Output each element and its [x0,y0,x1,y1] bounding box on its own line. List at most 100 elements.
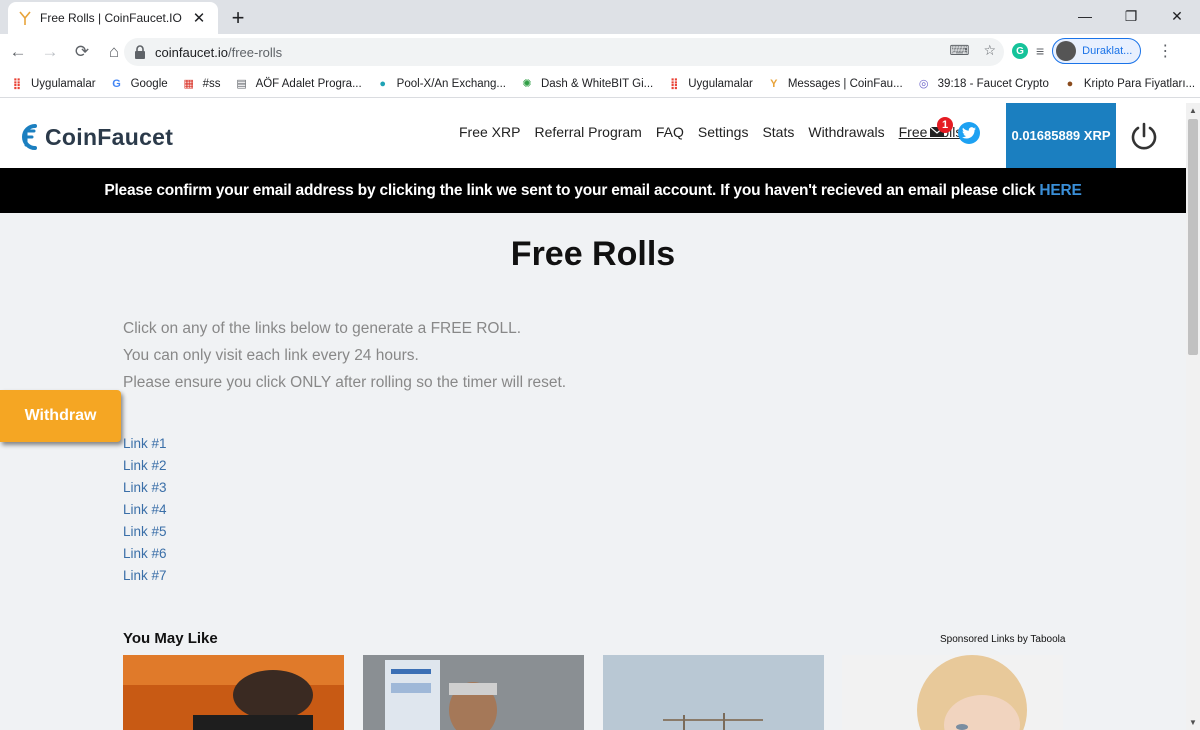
nav-settings[interactable]: Settings [698,124,749,140]
free-roll-link-1[interactable]: Link #1 [123,433,167,455]
bookmark-label: Uygulamalar [688,77,753,90]
window-controls: — ❐ ✕ [1062,0,1200,32]
scroll-down-icon[interactable]: ▼ [1189,718,1197,727]
address-bar[interactable]: coinfaucet.io /free-rolls ⌨ ☆ [124,38,1004,66]
recommendation-thumbnail-2[interactable] [363,655,584,730]
browser-menu-icon[interactable]: ⋮ [1157,41,1173,61]
extensions-area: G ≡ Duraklat... ⋮ [1012,38,1173,64]
forward-icon[interactable]: → [36,38,64,66]
main-nav: Free XRP Referral Program FAQ Settings S… [459,124,962,140]
faucet-icon [18,11,32,25]
grammarly-icon[interactable]: G [1012,43,1028,59]
withdraw-button[interactable]: Withdraw [0,390,121,442]
tab-close-icon[interactable]: ✕ [190,9,208,27]
recommendation-thumbnail-3[interactable] [603,655,824,730]
logout-power-icon[interactable] [1128,120,1160,152]
bookmark-label: 39:18 - Faucet Crypto [937,77,1049,90]
apps-grid-icon: ⣿ [669,78,679,90]
logo-text: CoinFaucet [45,123,174,150]
bookmark-label: Google [130,77,168,90]
bookmark-label: AÖF Adalet Progra... [255,77,362,90]
coinfaucet-logo-icon [22,124,37,150]
address-bar-actions: ⌨ ☆ [949,42,996,59]
tab-strip: Free Rolls | CoinFaucet.IO ✕ + — ❐ ✕ [0,0,1200,34]
reload-icon[interactable]: ⟳ [68,38,96,66]
bookmark-item[interactable]: ✺ Dash & WhiteBIT Gi... [520,77,653,91]
google-icon: G [112,77,121,90]
sponsored-label[interactable]: Sponsored Links by Taboola [940,634,1065,645]
page-viewport: CoinFaucet Free XRP Referral Program FAQ… [0,103,1186,730]
browser-toolbar: ← → ⟳ ⌂ coinfaucet.io /free-rolls ⌨ ☆ G … [0,34,1200,70]
back-icon[interactable]: ← [4,38,32,66]
whitebit-icon: ✺ [522,78,532,90]
bookmark-item[interactable]: ● Kripto Para Fiyatları... [1063,77,1196,91]
close-window-icon[interactable]: ✕ [1154,0,1200,32]
calendar-icon: ▦ [183,78,194,90]
new-tab-icon[interactable]: + [226,5,250,31]
faucet-icon: Y [770,77,778,90]
browser-tab[interactable]: Free Rolls | CoinFaucet.IO ✕ [8,2,218,34]
scrollbar-thumb[interactable] [1188,119,1198,355]
page-scrollbar[interactable]: ▲ ▼ [1186,103,1200,730]
bookmark-item[interactable]: Y Messages | CoinFau... [767,77,903,91]
twitter-icon[interactable] [958,122,980,144]
bookmark-label: Kripto Para Fiyatları... [1083,77,1196,90]
intro-line: You can only visit each link every 24 ho… [123,347,419,364]
recommendation-thumbnail-1[interactable] [123,655,344,730]
recommendations-heading: You May Like [123,630,218,647]
intro-line: Please ensure you click ONLY after rolli… [123,374,567,391]
poolx-icon: ● [379,77,386,90]
free-roll-link-6[interactable]: Link #6 [123,543,167,565]
bookmark-item[interactable]: ▦ #ss [182,77,221,91]
coin-icon: ● [1066,77,1074,90]
bookmark-label: Pool-X/An Exchang... [396,77,506,90]
apps-grid-icon: ⣿ [12,78,22,90]
avatar [1056,41,1077,61]
bookmark-label: Messages | CoinFau... [787,77,903,90]
free-roll-link-4[interactable]: Link #4 [123,499,167,521]
nav-withdrawals[interactable]: Withdrawals [808,124,884,140]
free-roll-links: Link #1 Link #2 Link #3 Link #4 Link #5 … [123,433,167,587]
profile-button[interactable]: Duraklat... [1052,38,1142,64]
notification-badge: 1 [937,117,953,133]
recommendation-thumbnail-4[interactable] [842,655,1063,730]
restore-icon[interactable]: ❐ [1108,0,1154,32]
free-roll-link-7[interactable]: Link #7 [123,565,167,587]
minimize-icon[interactable]: — [1062,0,1108,32]
resend-email-link[interactable]: HERE [1039,182,1081,200]
tab-title: Free Rolls | CoinFaucet.IO [40,11,182,25]
free-roll-link-3[interactable]: Link #3 [123,477,167,499]
nav-stats[interactable]: Stats [762,124,794,140]
document-icon: ▤ [236,78,247,90]
page-title: Free Rolls [510,235,676,273]
site-header: CoinFaucet Free XRP Referral Program FAQ… [0,103,1186,168]
site-logo[interactable]: CoinFaucet [14,121,173,153]
bookmark-label: Uygulamalar [31,77,96,90]
bookmark-item[interactable]: ⣿ Uygulamalar [10,77,96,91]
faucetcrypto-icon: ◎ [918,78,929,90]
bookmark-label: Dash & WhiteBIT Gi... [540,77,654,90]
bookmark-item[interactable]: G Google [110,77,168,91]
url-path: /free-rolls [228,44,283,60]
bookmark-item[interactable]: ◎ 39:18 - Faucet Crypto [917,77,1049,91]
intro-line: Click on any of the links below to gener… [123,320,522,337]
translate-icon[interactable]: ⌨ [949,42,969,59]
intro-text: Click on any of the links below to gener… [123,315,566,396]
bookmark-item[interactable]: ▤ AÖF Adalet Progra... [235,77,362,91]
free-roll-link-5[interactable]: Link #5 [123,521,167,543]
bookmark-star-icon[interactable]: ☆ [983,42,996,59]
free-roll-link-2[interactable]: Link #2 [123,455,167,477]
scroll-up-icon[interactable]: ▲ [1189,106,1197,115]
lock-icon [134,45,146,59]
nav-free-xrp[interactable]: Free XRP [459,124,520,140]
bookmark-label: #ss [202,77,221,90]
reading-list-icon[interactable]: ≡ [1036,43,1044,59]
url-host: coinfaucet.io [155,44,228,60]
nav-referral-program[interactable]: Referral Program [534,124,641,140]
bookmark-item[interactable]: ● Pool-X/An Exchang... [376,77,506,91]
nav-faq[interactable]: FAQ [656,124,684,140]
profile-label: Duraklat... [1082,45,1133,57]
bookmark-item[interactable]: ⣿ Uygulamalar [667,77,753,91]
balance-display[interactable]: 0.01685889 XRP [1006,103,1116,168]
banner-text: Please confirm your email address by cli… [104,181,1036,199]
